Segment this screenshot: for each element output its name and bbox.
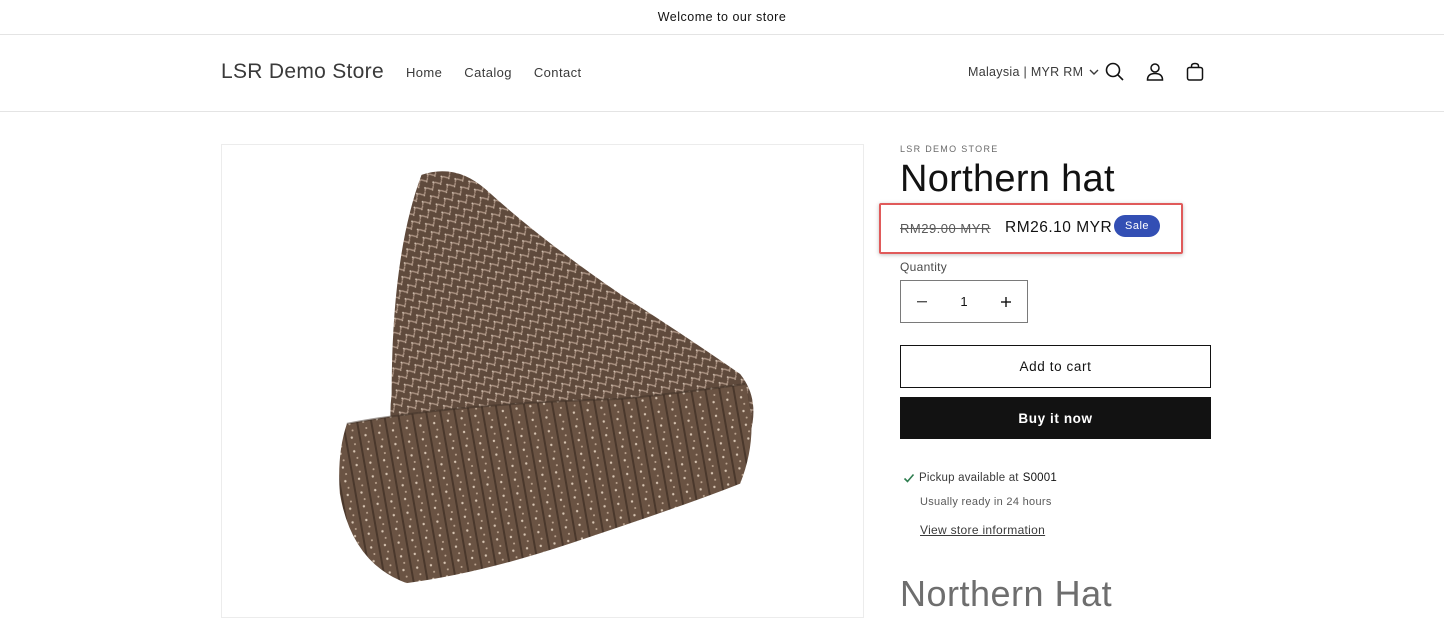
product-title: Northern hat [900, 158, 1115, 200]
store-logo[interactable]: LSR Demo Store [221, 60, 384, 84]
announcement-text: Welcome to our store [657, 10, 787, 24]
add-to-cart-button[interactable]: Add to cart [900, 345, 1211, 388]
account-icon[interactable] [1144, 61, 1166, 83]
quantity-increase-button[interactable] [985, 281, 1027, 322]
cart-icon[interactable] [1184, 61, 1206, 83]
sale-badge: Sale [1114, 215, 1161, 237]
plus-icon [1001, 296, 1011, 307]
site-header: LSR Demo Store Home Catalog Contact Mala… [0, 35, 1444, 112]
nav-home[interactable]: Home [406, 65, 442, 80]
sale-price: RM26.10 MYR [1005, 219, 1113, 236]
knit-hat-image [339, 171, 754, 584]
announcement-bar: Welcome to our store [0, 0, 1444, 35]
pickup-availability: Pickup available at S0001 [903, 472, 1057, 484]
pickup-text: Pickup available at [919, 472, 1019, 484]
nav-contact[interactable]: Contact [534, 65, 582, 80]
quantity-label: Quantity [900, 260, 948, 274]
minus-icon [917, 300, 927, 302]
product-image[interactable] [221, 144, 864, 618]
main-nav: Home Catalog Contact [406, 65, 604, 80]
pickup-store: S0001 [1022, 472, 1057, 484]
search-icon[interactable] [1104, 61, 1126, 83]
quantity-input[interactable] [943, 294, 985, 309]
view-store-information-link[interactable]: View store information [920, 523, 1045, 537]
quantity-stepper [900, 280, 1028, 323]
product-vendor: LSR DEMO STORE [900, 144, 999, 154]
nav-catalog[interactable]: Catalog [464, 65, 512, 80]
quantity-decrease-button[interactable] [901, 281, 943, 322]
chevron-down-icon [1089, 69, 1099, 75]
buy-now-button[interactable]: Buy it now [900, 397, 1211, 439]
country-currency-selector[interactable]: Malaysia | MYR RM [968, 65, 1099, 79]
regular-price: RM29.00 MYR [900, 221, 991, 236]
ready-time: Usually ready in 24 hours [920, 496, 1052, 508]
check-icon [903, 473, 915, 483]
description-title: Northern Hat [900, 573, 1113, 614]
locale-label: Malaysia | MYR RM [968, 65, 1084, 79]
